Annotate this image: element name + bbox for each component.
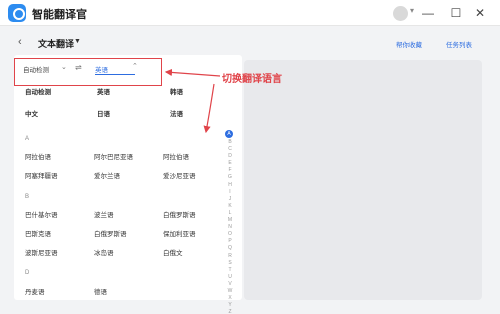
alphabet-letter[interactable]: Z [225,309,235,314]
lang-option[interactable]: 保加利亚语 [163,228,196,238]
source-caret-icon[interactable]: ⌄ [61,63,67,71]
lang-option[interactable]: 爱尔兰语 [94,170,120,180]
alphabet-letter[interactable]: V [225,281,235,288]
alphabet-letter[interactable]: R [225,253,235,260]
alphabet-letter[interactable]: I [225,189,235,196]
alphabet-letter[interactable]: S [225,260,235,267]
lang-option[interactable]: 中文 [25,108,38,118]
alphabet-letter[interactable]: Q [225,245,235,252]
title-caret-icon[interactable]: ▼ [74,38,81,45]
lang-option[interactable]: 韩语 [170,86,183,96]
alphabet-letter[interactable]: L [225,210,235,217]
lang-option[interactable]: 阿尔巴尼亚语 [94,151,133,161]
alphabet-letter[interactable]: X [225,295,235,302]
alphabet-index: A BCDEFGHIJKLMNOPQRSTUVWXYZ [225,130,235,314]
alphabet-letter[interactable]: D [225,153,235,160]
back-arrow-icon[interactable]: ‹ [18,36,22,48]
target-caret-icon[interactable]: ⌃ [132,62,138,70]
alphabet-letter[interactable]: U [225,274,235,281]
lang-option[interactable]: 阿拉伯语 [163,151,189,161]
alphabet-letter[interactable]: P [225,238,235,245]
swap-icon[interactable]: ⇌ [75,63,82,72]
alphabet-letter[interactable]: N [225,224,235,231]
lang-option[interactable]: 阿塞拜疆语 [25,170,58,180]
avatar[interactable] [393,6,408,21]
alphabet-letter[interactable]: E [225,160,235,167]
alphabet-letter[interactable]: B [225,139,235,146]
lang-option[interactable]: 自动检测 [25,86,51,96]
chevron-down-icon[interactable]: ▾ [410,6,414,15]
annotation-label: 切换翻译语言 [222,74,282,85]
page-title[interactable]: 文本翻译 [38,37,74,50]
tasks-link[interactable]: 任务列表 [446,39,472,49]
lang-option[interactable]: 丹麦语 [25,286,45,296]
alphabet-letter[interactable]: F [225,167,235,174]
lang-option[interactable]: 阿拉伯语 [25,151,51,161]
title-bar: 智能翻译官 ▾ — ☐ ✕ [0,0,500,26]
lang-option[interactable]: 爱沙尼亚语 [163,170,196,180]
alphabet-letter-active[interactable]: A [225,130,233,138]
translation-result-pane[interactable] [244,60,482,300]
lang-option[interactable]: 白俄罗斯语 [94,228,127,238]
lang-option[interactable]: 日语 [97,108,110,118]
lang-option[interactable]: 德语 [94,286,107,296]
group-letter: D [25,270,30,276]
alphabet-letter[interactable]: O [225,231,235,238]
alphabet-letter[interactable]: M [225,217,235,224]
alphabet-letter[interactable]: Y [225,302,235,309]
lang-option[interactable]: 白俄罗斯语 [163,209,196,219]
lang-option[interactable]: 波兰语 [94,209,114,219]
alphabet-letter[interactable]: T [225,267,235,274]
alphabet-letter[interactable]: W [225,288,235,295]
minimize-button[interactable]: — [418,3,438,23]
alphabet-letter[interactable]: J [225,196,235,203]
group-letter: A [25,136,30,142]
app-logo-icon [8,4,26,22]
lang-option[interactable]: 巴什基尔语 [25,209,58,219]
alphabet-letter[interactable]: G [225,174,235,181]
language-selector-bar: 自动检测 ⌄ ⇌ 英语 ⌃ [14,58,162,86]
group-letter: B [25,194,30,200]
lang-option[interactable]: 波斯尼亚语 [25,247,58,257]
alphabet-letter[interactable]: K [225,203,235,210]
close-button[interactable]: ✕ [470,3,490,23]
alphabet-letter[interactable]: H [225,182,235,189]
maximize-button[interactable]: ☐ [446,3,466,23]
source-language-select[interactable]: 自动检测 [23,64,49,74]
alphabet-letter[interactable]: C [225,146,235,153]
lang-option[interactable]: 英语 [97,86,110,96]
lang-option[interactable]: 巴斯克语 [25,228,51,238]
app-title: 智能翻译官 [32,9,87,21]
lang-option[interactable]: 法语 [170,108,183,118]
lang-option[interactable]: 冰岛语 [94,247,114,257]
target-language-select[interactable]: 英语 [95,64,108,74]
help-link[interactable]: 帮你收藏 [396,39,422,49]
target-underline [95,74,135,75]
lang-option[interactable]: 白俄文 [163,247,183,257]
